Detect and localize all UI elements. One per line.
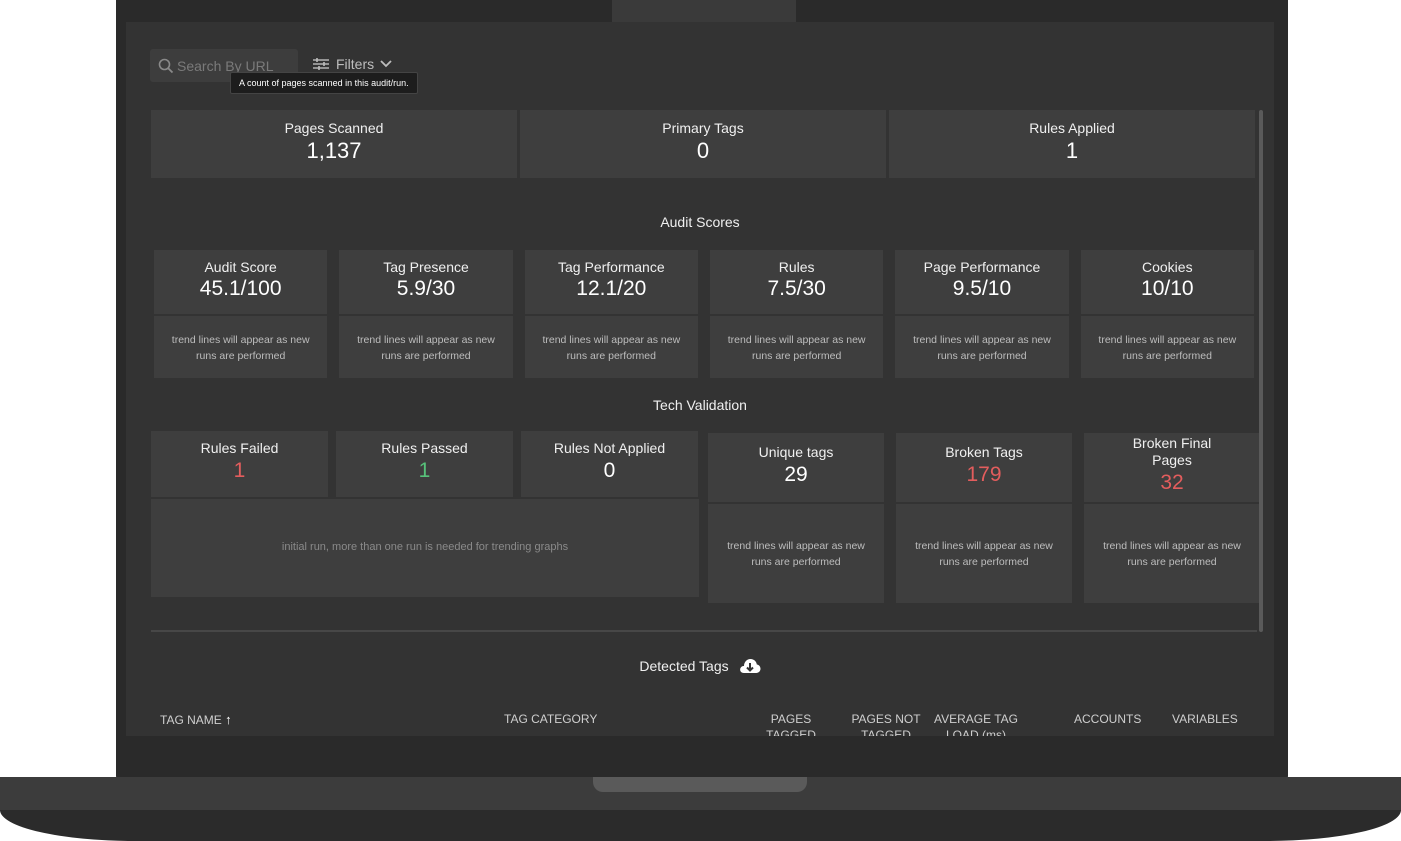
chevron-down-icon bbox=[380, 60, 392, 68]
trend-note: trend lines will appear as new runs are … bbox=[709, 316, 884, 378]
rules-failed-value: 1 bbox=[233, 459, 246, 482]
score-value: 45.1/100 bbox=[199, 277, 282, 300]
audit-scores-title: Audit Scores bbox=[660, 214, 740, 230]
trend-note: trend lines will appear as new runs are … bbox=[154, 316, 328, 378]
summary-pages-scanned[interactable]: Pages Scanned 1,137 bbox=[151, 110, 517, 178]
cloud-download-icon[interactable] bbox=[739, 658, 761, 674]
summary-label: Primary Tags bbox=[662, 120, 744, 136]
rules-failed-card[interactable]: Rules Failed 1 bbox=[151, 431, 328, 497]
score-label: Audit Score bbox=[204, 259, 277, 275]
trend-note: trend lines will appear as new runs are … bbox=[524, 316, 698, 378]
laptop-hinge bbox=[593, 777, 807, 792]
card-value: 179 bbox=[966, 462, 1002, 486]
rules-panel: Rules Failed 1 Rules Passed 1 Rules Not … bbox=[151, 431, 699, 597]
score-card-rules[interactable]: Rules 7.5/30 trend lines will appear as n… bbox=[709, 250, 884, 378]
rules-passed-card[interactable]: Rules Passed 1 bbox=[336, 431, 513, 497]
app-viewport: Search By URL Filters A count of pages s… bbox=[126, 22, 1274, 736]
score-label: Rules bbox=[778, 259, 815, 275]
sliders-icon bbox=[313, 58, 329, 70]
summary-value: 1 bbox=[1065, 138, 1079, 163]
score-value: 9.5/10 bbox=[952, 277, 1012, 300]
score-card-tag-presence[interactable]: Tag Presence 5.9/30 trend lines will appe… bbox=[339, 250, 513, 378]
column-variables[interactable]: VARIABLES bbox=[1172, 712, 1238, 728]
score-value: 7.5/30 bbox=[767, 277, 826, 300]
search-icon bbox=[158, 58, 174, 73]
broken-final-pages-card[interactable]: Broken Final Pages 32 trend lines will ap… bbox=[1084, 433, 1260, 603]
trend-note: trend lines will appear as new runs are … bbox=[896, 504, 1072, 603]
column-accounts[interactable]: ACCOUNTS bbox=[1074, 712, 1141, 728]
summary-rules-applied[interactable]: Rules Applied 1 bbox=[889, 110, 1255, 178]
score-value: 12.1/20 bbox=[576, 277, 647, 300]
column-tag-name[interactable]: TAG NAME ↑ bbox=[160, 712, 232, 729]
filters-button[interactable]: Filters bbox=[312, 56, 392, 72]
card-value: 32 bbox=[1160, 470, 1184, 494]
score-label: Tag Performance bbox=[558, 259, 665, 275]
filters-label: Filters bbox=[336, 56, 375, 72]
card-label: Broken Final Pages bbox=[1132, 435, 1212, 468]
summary-value: 0 bbox=[696, 138, 710, 163]
score-value: 10/10 bbox=[1141, 277, 1194, 300]
rules-passed-value: 1 bbox=[418, 459, 431, 482]
trend-note: trend lines will appear as new runs are … bbox=[1080, 316, 1254, 378]
detected-tags-header: Detected Tags bbox=[126, 658, 1274, 674]
trend-note: trend lines will appear as new runs are … bbox=[708, 504, 884, 603]
broken-tags-card[interactable]: Broken Tags 179 trend lines will appear a… bbox=[896, 433, 1072, 603]
laptop-base-bottom bbox=[0, 810, 1401, 841]
detected-tags-title: Detected Tags bbox=[639, 658, 729, 674]
tech-validation-title: Tech Validation bbox=[653, 397, 747, 413]
tech-validation-cards: Unique tags 29 trend lines will appear as… bbox=[708, 433, 1260, 603]
column-label: TAG NAME bbox=[160, 713, 222, 727]
trend-note: trend lines will appear as new runs are … bbox=[1084, 504, 1260, 603]
summary-primary-tags[interactable]: Primary Tags 0 bbox=[520, 110, 886, 178]
score-label: Cookies bbox=[1142, 259, 1193, 275]
summary-row: Pages Scanned 1,137 Primary Tags 0 Rules… bbox=[151, 110, 1255, 178]
score-card-page-performance[interactable]: Page Performance 9.5/10 trend lines will … bbox=[895, 250, 1069, 378]
column-pages-not-tagged[interactable]: PAGES NOT TAGGED bbox=[846, 712, 926, 736]
rules-not-applied-value: 0 bbox=[603, 459, 616, 482]
tech-validation-area: Rules Failed 1 Rules Passed 1 Rules Not … bbox=[151, 431, 1260, 603]
card-value: 29 bbox=[784, 462, 808, 486]
score-value: 5.9/30 bbox=[396, 277, 456, 300]
scrollbar[interactable] bbox=[1259, 110, 1263, 632]
summary-label: Rules Applied bbox=[1029, 120, 1115, 136]
score-label: Page Performance bbox=[923, 259, 1041, 275]
rules-label: Rules Passed bbox=[381, 440, 468, 456]
sort-arrow-up-icon: ↑ bbox=[225, 712, 232, 727]
column-average-tag-load[interactable]: AVERAGE TAG LOAD (ms) bbox=[931, 712, 1021, 736]
unique-tags-card[interactable]: Unique tags 29 trend lines will appear as… bbox=[708, 433, 884, 603]
rules-label: Rules Failed bbox=[200, 440, 279, 456]
summary-value: 1,137 bbox=[306, 138, 362, 163]
divider bbox=[151, 630, 1257, 632]
summary-label: Pages Scanned bbox=[284, 120, 384, 136]
column-pages-tagged[interactable]: PAGES TAGGED bbox=[764, 712, 818, 736]
camera-notch bbox=[612, 0, 796, 22]
column-tag-category[interactable]: TAG CATEGORY bbox=[504, 712, 597, 728]
card-label: Broken Tags bbox=[945, 444, 1023, 460]
rules-not-applied-card[interactable]: Rules Not Applied 0 bbox=[521, 431, 698, 497]
score-label: Tag Presence bbox=[383, 259, 469, 275]
trend-note: trend lines will appear as new runs are … bbox=[895, 316, 1069, 378]
card-label: Unique tags bbox=[758, 444, 834, 460]
score-card-tag-performance[interactable]: Tag Performance 12.1/20 trend lines will … bbox=[524, 250, 698, 378]
trend-note: trend lines will appear as new runs are … bbox=[339, 316, 513, 378]
rules-trend-note: initial run, more than one run is needed… bbox=[151, 499, 699, 597]
audit-scores-row: Audit Score 45.1/100 trend lines will app… bbox=[154, 250, 1254, 378]
score-card-cookies[interactable]: Cookies 10/10 trend lines will appear as … bbox=[1080, 250, 1254, 378]
score-card-audit-score[interactable]: Audit Score 45.1/100 trend lines will app… bbox=[154, 250, 328, 378]
rules-label: Rules Not Applied bbox=[553, 440, 666, 456]
tooltip: A count of pages scanned in this audit/r… bbox=[230, 72, 418, 94]
